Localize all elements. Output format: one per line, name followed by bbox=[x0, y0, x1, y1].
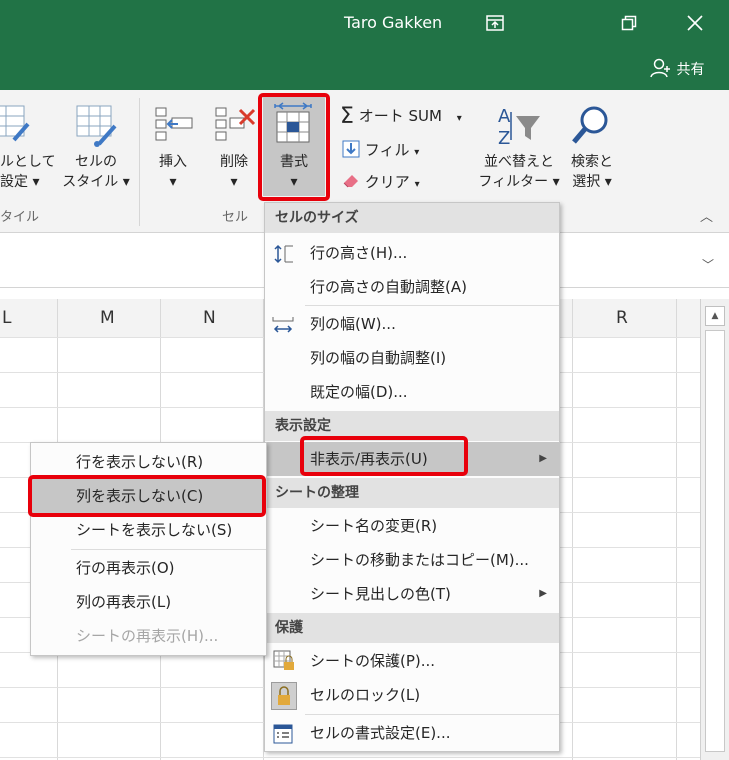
scroll-up-icon[interactable]: ▲ bbox=[705, 306, 725, 326]
row-height-icon bbox=[274, 244, 293, 264]
format-cells-dialog-icon bbox=[273, 724, 293, 744]
submenu-item-hide-columns[interactable]: 列を表示しない(C) bbox=[31, 479, 266, 513]
menu-item-protect-sheet[interactable]: シートの保護(P)... bbox=[265, 644, 559, 678]
sort-filter-button[interactable]: 並べ替えと フィルター ▾ bbox=[478, 152, 560, 192]
format-label: 書式 ▾ bbox=[280, 154, 308, 190]
menu-item-tab-color[interactable]: シート見出しの色(T) ▶ bbox=[265, 577, 559, 611]
fill-down-icon bbox=[342, 140, 360, 158]
close-window-icon[interactable] bbox=[678, 8, 712, 38]
collapse-ribbon-icon[interactable]: ︿ bbox=[700, 206, 713, 225]
svg-text:A: A bbox=[498, 106, 511, 127]
search-icon bbox=[570, 102, 614, 152]
menu-item-row-autofit[interactable]: 行の高さの自動調整(A) bbox=[265, 270, 559, 304]
protect-sheet-icon bbox=[273, 650, 294, 670]
menu-item-row-height[interactable]: 行の高さ(H)... bbox=[265, 236, 559, 270]
menu-item-move-copy-sheet[interactable]: シートの移動またはコピー(M)... bbox=[265, 543, 559, 577]
menu-item-rename-sheet[interactable]: シート名の変更(R) bbox=[265, 509, 559, 543]
menu-header-cell-size: セルのサイズ bbox=[265, 203, 559, 233]
format-as-table-button[interactable]: ルとして 設定 ▾ bbox=[0, 152, 58, 192]
submenu-item-hide-sheet[interactable]: シートを表示しない(S) bbox=[31, 513, 266, 547]
submenu-item-hide-rows[interactable]: 行を表示しない(R) bbox=[31, 445, 266, 479]
submenu-item-unhide-sheet[interactable]: シートの再表示(H)... bbox=[31, 619, 266, 653]
column-header-r[interactable]: R bbox=[616, 308, 628, 328]
menu-item-column-width[interactable]: 列の幅(W)... bbox=[265, 307, 559, 341]
gridline bbox=[0, 757, 700, 758]
column-header-l[interactable]: L bbox=[2, 308, 11, 328]
menu-item-format-cells[interactable]: セルの書式設定(E)... bbox=[265, 716, 559, 750]
ribbon-display-options-icon[interactable] bbox=[478, 8, 512, 38]
lock-icon bbox=[271, 682, 297, 710]
submenu-arrow-icon: ▶ bbox=[539, 588, 547, 599]
menu-header-visibility: 表示設定 bbox=[265, 411, 559, 441]
submenu-arrow-icon: ▶ bbox=[539, 453, 547, 464]
menu-item-column-autofit[interactable]: 列の幅の自動調整(I) bbox=[265, 341, 559, 375]
format-cells-icon bbox=[271, 102, 315, 150]
find-select-button[interactable]: 検索と 選択 ▾ bbox=[562, 152, 622, 192]
cells-group-label: セル bbox=[222, 210, 249, 225]
gridline bbox=[572, 299, 573, 760]
hide-unhide-submenu: 行を表示しない(R) 列を表示しない(C) シートを表示しない(S) 行の再表示… bbox=[30, 442, 267, 656]
user-name[interactable]: Taro Gakken bbox=[344, 13, 442, 32]
cell-styles-icon bbox=[75, 104, 119, 152]
expand-formula-bar-icon[interactable]: ﹀ bbox=[702, 256, 714, 273]
ribbon-separator bbox=[139, 98, 140, 226]
menu-item-default-width[interactable]: 既定の幅(D)... bbox=[265, 375, 559, 409]
format-as-table-icon bbox=[0, 104, 30, 152]
menu-separator bbox=[305, 305, 559, 306]
svg-text:Z: Z bbox=[498, 128, 510, 148]
person-add-icon bbox=[650, 58, 670, 78]
eraser-icon bbox=[343, 175, 358, 188]
share-button[interactable]: 共有 bbox=[650, 58, 704, 79]
share-label: 共有 bbox=[676, 62, 705, 78]
format-menu: セルのサイズ 行の高さ(H)... 行の高さの自動調整(A) 列の幅(W)...… bbox=[264, 202, 560, 752]
delete-button[interactable]: 削除 ▾ bbox=[208, 152, 260, 192]
insert-cells-icon bbox=[152, 104, 196, 148]
menu-item-lock-cell[interactable]: セルのロック(L) bbox=[265, 678, 559, 712]
column-header-n[interactable]: N bbox=[203, 308, 216, 328]
insert-button[interactable]: 挿入 ▾ bbox=[148, 152, 198, 192]
autosum-button[interactable]: Σ オート SUM ▾ bbox=[340, 104, 462, 129]
menu-item-hide-unhide[interactable]: 非表示/再表示(U) ▶ bbox=[265, 442, 559, 476]
column-width-icon bbox=[272, 317, 294, 333]
delete-cells-icon bbox=[212, 104, 256, 148]
submenu-item-unhide-rows[interactable]: 行の再表示(O) bbox=[31, 551, 266, 585]
submenu-item-unhide-columns[interactable]: 列の再表示(L) bbox=[31, 585, 266, 619]
menu-separator bbox=[71, 549, 266, 550]
column-header-m[interactable]: M bbox=[100, 308, 115, 328]
sigma-icon: Σ bbox=[340, 104, 354, 129]
cell-styles-button[interactable]: セルの スタイル ▾ bbox=[62, 152, 130, 192]
clear-button[interactable]: クリア ▾ bbox=[342, 171, 420, 192]
menu-separator bbox=[305, 714, 559, 715]
menu-header-organize-sheets: シートの整理 bbox=[265, 478, 559, 508]
restore-window-icon[interactable] bbox=[612, 8, 646, 38]
scroll-thumb[interactable] bbox=[705, 330, 725, 752]
menu-header-protection: 保護 bbox=[265, 613, 559, 643]
styles-group-label: タイル bbox=[0, 210, 40, 225]
gridline bbox=[676, 299, 677, 760]
fill-button[interactable]: フィル ▾ bbox=[342, 139, 419, 160]
sort-filter-icon: AZ bbox=[496, 104, 542, 152]
